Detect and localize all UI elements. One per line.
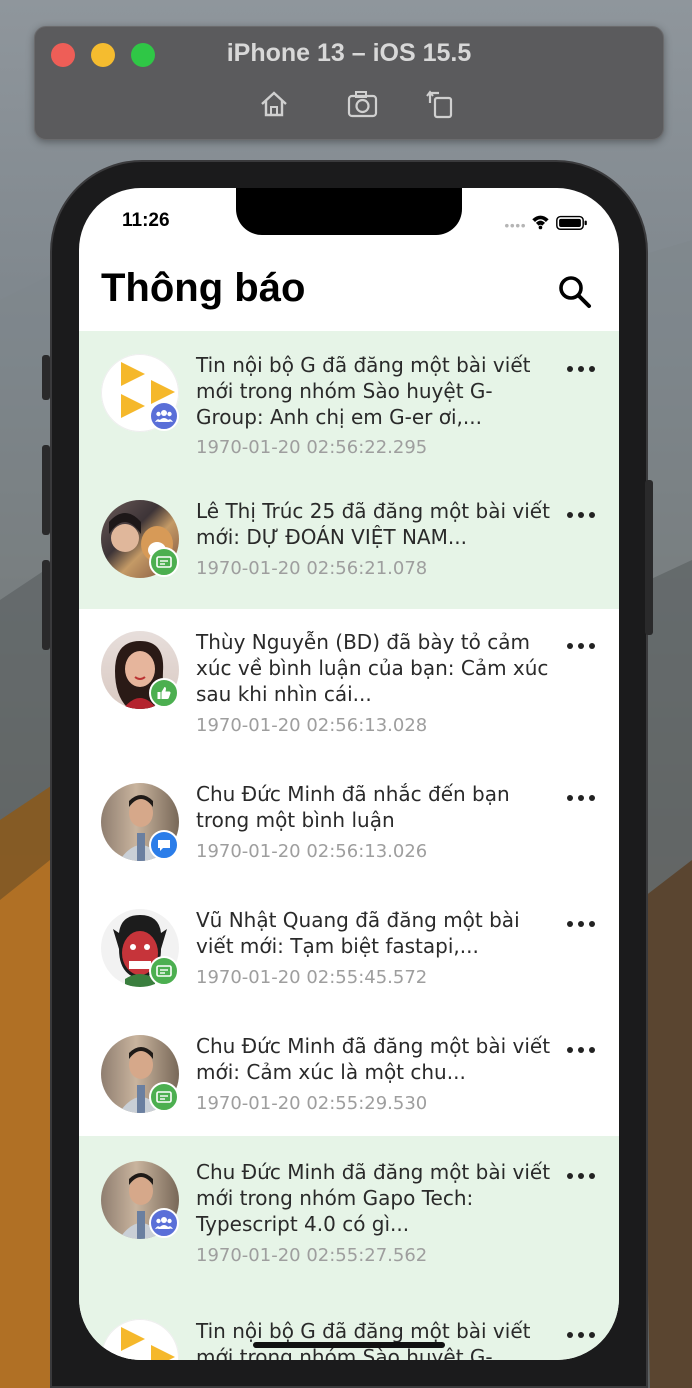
notification-time: 1970-01-20 02:56:22.295: [196, 437, 428, 458]
notification-text: Thùy Nguyễn (BD) đã bày tỏ cảm xúc về bì…: [196, 630, 549, 706]
group-icon: [149, 1208, 179, 1238]
notification-text: Vũ Nhật Quang đã đăng một bài viết mới: …: [196, 908, 520, 958]
phone-side-button: [42, 445, 50, 535]
notification-list: Tin nội bộ G đã đăng một bài viết mới tr…: [79, 331, 619, 1360]
post-icon: [149, 1082, 179, 1112]
more-options-icon[interactable]: [567, 639, 595, 653]
notification-item[interactable]: Tin nội bộ G đã đăng một bài viết mới tr…: [79, 1292, 619, 1360]
notification-item[interactable]: Lê Thị Trúc 25 đã đăng một bài viết mới:…: [79, 467, 619, 609]
notification-item[interactable]: Thùy Nguyễn (BD) đã bày tỏ cảm xúc về bì…: [79, 609, 619, 762]
notification-time: 1970-01-20 02:55:27.562: [196, 1245, 428, 1266]
notification-item[interactable]: Chu Đức Minh đã đăng một bài viết mới: C…: [79, 1014, 619, 1136]
cellular-icon: [505, 223, 525, 228]
more-options-icon[interactable]: [567, 1169, 595, 1183]
notification-time: 1970-01-20 02:56:21.078: [196, 558, 428, 579]
notification-text: Tin nội bộ G đã đăng một bài viết mới tr…: [196, 353, 531, 429]
phone-side-button: [645, 480, 653, 635]
more-options-icon[interactable]: [567, 1328, 595, 1342]
phone-side-button: [42, 560, 50, 650]
notification-item[interactable]: Chu Đức Minh đã nhắc đến bạn trong một b…: [79, 762, 619, 888]
group-icon: [149, 401, 179, 431]
simulator-toolbar: iPhone 13 – iOS 15.5: [34, 26, 664, 140]
post-icon: [149, 956, 179, 986]
notification-text: Chu Đức Minh đã đăng một bài viết mới tr…: [196, 1160, 551, 1236]
more-options-icon[interactable]: [567, 508, 595, 522]
notification-time: 1970-01-20 02:56:13.026: [196, 841, 428, 862]
notch: [236, 188, 462, 235]
notification-text: Chu Đức Minh đã đăng một bài viết mới: C…: [196, 1034, 551, 1084]
comment-icon: [149, 830, 179, 860]
g-group-logo: [121, 1327, 175, 1360]
home-icon[interactable]: [257, 87, 291, 121]
more-options-icon[interactable]: [567, 362, 595, 376]
simulator-title: iPhone 13 – iOS 15.5: [226, 39, 472, 67]
home-indicator[interactable]: [253, 1342, 445, 1348]
notification-item[interactable]: Chu Đức Minh đã đăng một bài viết mới tr…: [79, 1136, 619, 1292]
rotate-icon[interactable]: [425, 87, 459, 121]
notification-text: Tin nội bộ G đã đăng một bài viết mới tr…: [196, 1319, 531, 1360]
notification-time: 1970-01-20 02:55:45.572: [196, 967, 428, 988]
post-icon: [149, 547, 179, 577]
search-icon[interactable]: [557, 274, 593, 310]
more-options-icon[interactable]: [567, 1043, 595, 1057]
wifi-icon: [532, 215, 549, 230]
page-title: Thông báo: [101, 266, 306, 310]
avatar: [101, 1319, 179, 1360]
notification-text: Lê Thị Trúc 25 đã đăng một bài viết mới:…: [196, 499, 550, 549]
notification-time: 1970-01-20 02:55:29.530: [196, 1093, 428, 1114]
notification-text: Chu Đức Minh đã nhắc đến bạn trong một b…: [196, 782, 510, 832]
notification-time: 1970-01-20 02:56:13.028: [196, 715, 428, 736]
more-options-icon[interactable]: [567, 917, 595, 931]
phone-side-button: [42, 355, 50, 400]
like-icon: [149, 678, 179, 708]
more-options-icon[interactable]: [567, 791, 595, 805]
status-icons: [505, 215, 587, 230]
battery-icon: [556, 215, 587, 230]
screenshot-icon[interactable]: [345, 87, 379, 121]
notification-item[interactable]: Vũ Nhật Quang đã đăng một bài viết mới: …: [79, 888, 619, 1014]
notification-item[interactable]: Tin nội bộ G đã đăng một bài viết mới tr…: [79, 331, 619, 467]
status-time: 11:26: [122, 210, 170, 231]
phone-screen: 11:26 Thông báo Tin nội bộ G đã đăng một…: [79, 188, 619, 1360]
